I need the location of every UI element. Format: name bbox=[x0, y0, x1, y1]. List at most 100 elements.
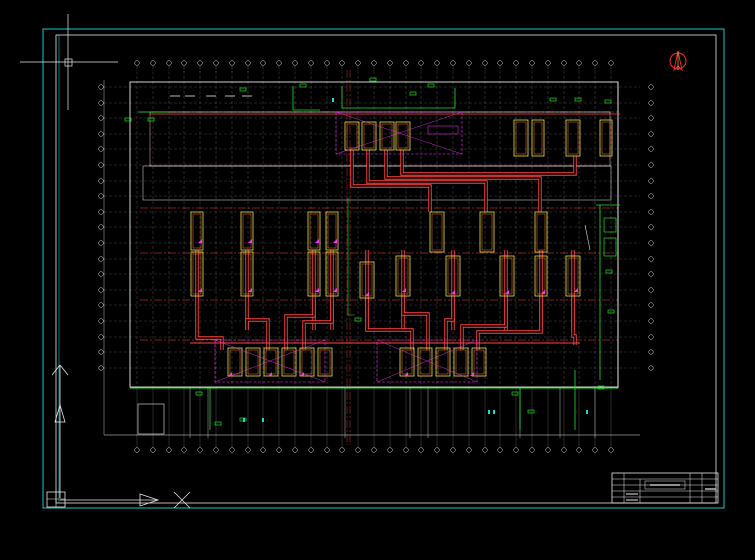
axis-bubble-bottom bbox=[166, 447, 172, 453]
axis-bubble-top bbox=[403, 60, 409, 66]
flow-marker bbox=[198, 239, 202, 243]
axis-bubble-right bbox=[648, 178, 654, 184]
axis-bubble-layer bbox=[98, 60, 654, 453]
pipe-fitting bbox=[511, 391, 519, 396]
axis-bubble-bottom bbox=[213, 447, 219, 453]
flow-marker bbox=[315, 239, 319, 243]
tag-marker bbox=[332, 98, 334, 102]
title-block bbox=[611, 472, 719, 504]
axis-bubble-bottom bbox=[497, 447, 503, 453]
ahu-mid-inner bbox=[481, 213, 493, 251]
axis-bubble-bottom bbox=[529, 447, 535, 453]
axis-bubble-left bbox=[98, 271, 104, 277]
axis-bubble-bottom bbox=[545, 447, 551, 453]
axis-bubble-left bbox=[98, 84, 104, 90]
pipe-fitting bbox=[574, 97, 582, 102]
axis-bubble-left bbox=[98, 256, 104, 262]
axis-bubble-bottom bbox=[592, 447, 598, 453]
axis-bubble-top bbox=[245, 60, 251, 66]
axis-bubble-top bbox=[292, 60, 298, 66]
axis-bubble-top bbox=[387, 60, 393, 66]
ahu-south-inner bbox=[401, 349, 413, 375]
axis-bubble-bottom bbox=[387, 447, 393, 453]
axis-bubble-bottom bbox=[482, 447, 488, 453]
axis-bubble-bottom bbox=[260, 447, 266, 453]
axis-bubble-top bbox=[308, 60, 314, 66]
axis-bubble-left bbox=[98, 131, 104, 137]
annex-room bbox=[137, 403, 165, 435]
axis-bubble-top bbox=[576, 60, 582, 66]
ahu-south-inner bbox=[437, 349, 449, 375]
axis-bubble-bottom bbox=[308, 447, 314, 453]
axis-bubble-top bbox=[166, 60, 172, 66]
axis-bubble-right bbox=[648, 224, 654, 230]
tag-marker bbox=[262, 418, 264, 422]
axis-bubble-top bbox=[134, 60, 140, 66]
duct-s5-core bbox=[366, 298, 413, 350]
ahu-northeast-inner bbox=[601, 121, 611, 155]
duct-s6 bbox=[401, 296, 430, 350]
tag-marker bbox=[243, 418, 245, 422]
north-arrow-icon bbox=[669, 50, 687, 72]
axis-bubble-bottom bbox=[181, 447, 187, 453]
axis-bubble-right bbox=[648, 302, 654, 308]
axis-bubble-right bbox=[648, 334, 654, 340]
ahu-mid-inner bbox=[536, 213, 546, 251]
tag-marker bbox=[586, 410, 588, 414]
axis-bubble-top bbox=[371, 60, 377, 66]
axis-bubble-left bbox=[98, 115, 104, 121]
ahu-northeast-inner bbox=[567, 121, 579, 155]
axis-bubble-top bbox=[260, 60, 266, 66]
axis-bubble-right bbox=[648, 209, 654, 215]
axis-bubble-top bbox=[324, 60, 330, 66]
axis-bubble-top bbox=[181, 60, 187, 66]
duct-layer bbox=[149, 113, 620, 350]
axis-bubble-bottom bbox=[229, 447, 235, 453]
room-tag bbox=[427, 125, 459, 135]
axis-bubble-top bbox=[450, 60, 456, 66]
crosshair-icon bbox=[64, 58, 73, 67]
axis-bubble-left bbox=[98, 365, 104, 371]
axis-bubble-right bbox=[648, 318, 654, 324]
ucs-axis-icon bbox=[46, 364, 191, 509]
axis-bubble-bottom bbox=[466, 447, 472, 453]
pipe-fitting bbox=[409, 91, 417, 96]
duct-n4 bbox=[400, 150, 577, 176]
tag-marker bbox=[493, 410, 495, 414]
axis-bubble-top bbox=[608, 60, 614, 66]
axis-bubble-bottom bbox=[355, 447, 361, 453]
axis-bubble-bottom bbox=[434, 447, 440, 453]
axis-bubble-bottom bbox=[324, 447, 330, 453]
axis-bubble-right bbox=[648, 146, 654, 152]
axis-bubble-right bbox=[648, 365, 654, 371]
pipe-fitting bbox=[549, 97, 557, 102]
pipe-green bbox=[341, 86, 456, 109]
axis-bubble-top bbox=[466, 60, 472, 66]
duct-n4-core bbox=[401, 150, 576, 175]
axis-bubble-left bbox=[98, 302, 104, 308]
axis-bubble-left bbox=[98, 209, 104, 215]
ahu-northeast-inner bbox=[515, 121, 527, 155]
axis-bubble-right bbox=[648, 287, 654, 293]
axis-bubble-top bbox=[355, 60, 361, 66]
note-mark bbox=[584, 224, 591, 251]
axis-bubble-left bbox=[98, 100, 104, 106]
flow-marker bbox=[248, 239, 252, 243]
axis-bubble-top bbox=[150, 60, 156, 66]
ahu-south-inner bbox=[473, 349, 485, 375]
duct-s8-core bbox=[461, 296, 507, 350]
axis-bubble-left bbox=[98, 162, 104, 168]
annotation-layer bbox=[198, 111, 578, 383]
ahu-north-inner bbox=[346, 123, 358, 149]
axis-bubble-right bbox=[648, 240, 654, 246]
pipe-green bbox=[292, 86, 320, 111]
cad-drawing-canvas[interactable] bbox=[0, 0, 755, 560]
axis-bubble-right bbox=[648, 349, 654, 355]
axis-bubble-right bbox=[648, 131, 654, 137]
axis-bubble-bottom bbox=[561, 447, 567, 453]
duct-s6-core bbox=[402, 296, 429, 350]
axis-bubble-top bbox=[434, 60, 440, 66]
shaft bbox=[603, 217, 617, 233]
axis-bubble-bottom bbox=[576, 447, 582, 453]
pipe-fitting bbox=[195, 391, 203, 396]
